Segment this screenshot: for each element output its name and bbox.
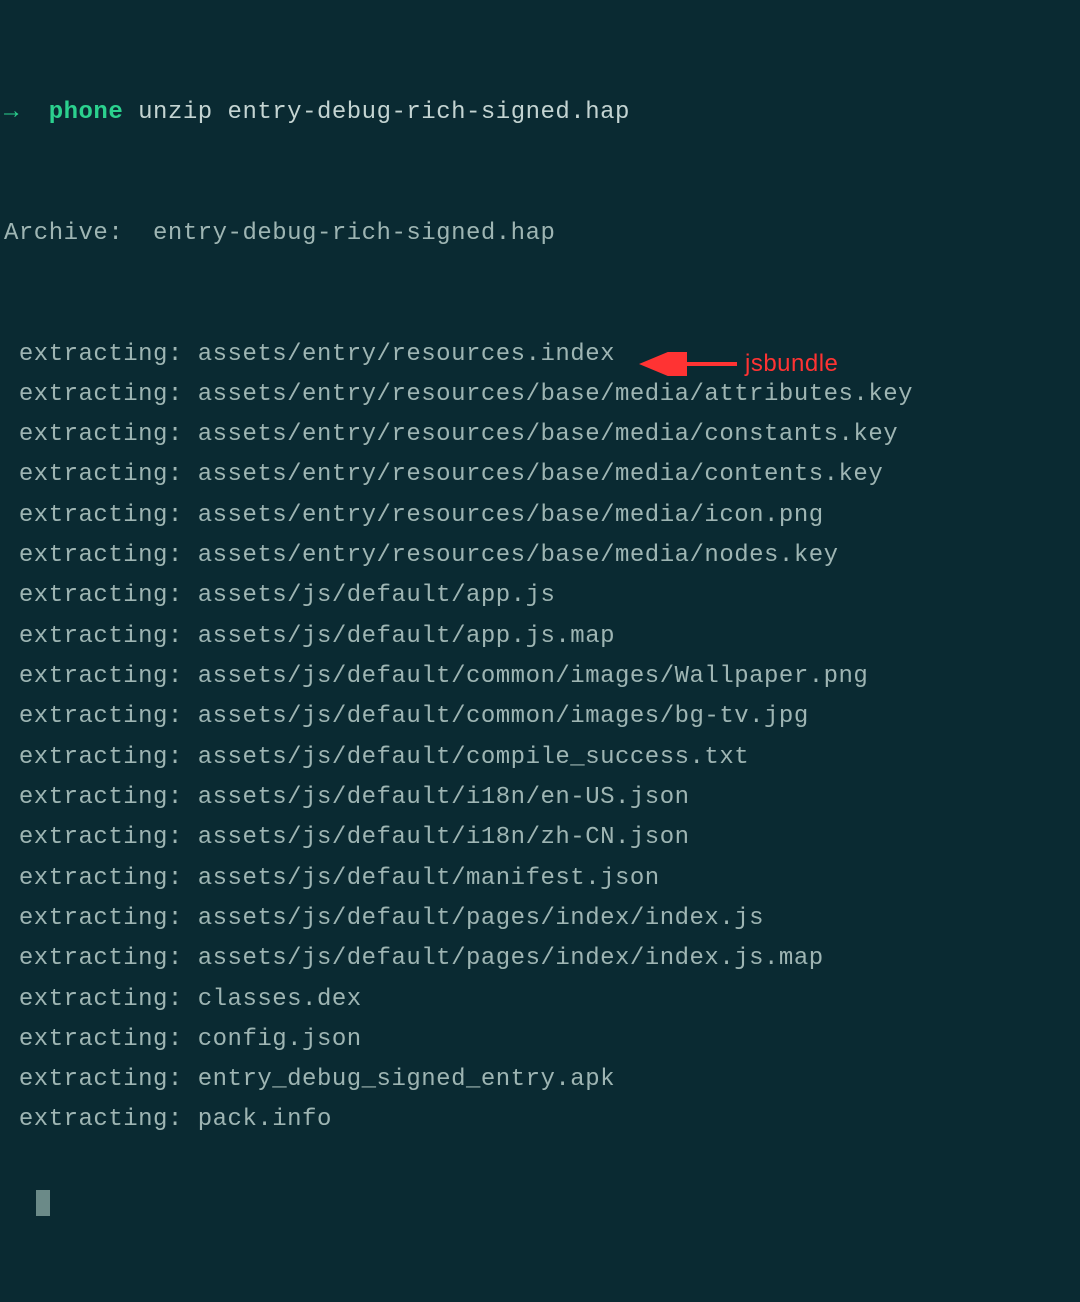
extraction-line: extracting: classes.dex — [4, 980, 1076, 1020]
extraction-line: extracting: assets/entry/resources/base/… — [4, 536, 1076, 576]
extraction-lines: extracting: assets/entry/resources.index… — [4, 335, 1076, 1141]
arrow-left-icon — [639, 352, 739, 376]
extraction-line: extracting: assets/js/default/i18n/en-US… — [4, 778, 1076, 818]
prompt-arrow-icon: → — [4, 99, 19, 126]
extraction-line: extracting: assets/js/default/i18n/zh-CN… — [4, 818, 1076, 858]
extraction-line: extracting: pack.info — [4, 1100, 1076, 1140]
extraction-line: extracting: assets/js/default/common/ima… — [4, 697, 1076, 737]
extraction-line: extracting: assets/entry/resources/base/… — [4, 415, 1076, 455]
extraction-line: extracting: assets/js/default/compile_su… — [4, 738, 1076, 778]
extraction-line: extracting: assets/js/default/pages/inde… — [4, 939, 1076, 979]
extraction-line: extracting: assets/entry/resources.index — [4, 335, 1076, 375]
extraction-line: extracting: assets/js/default/app.js — [4, 576, 1076, 616]
extraction-line: extracting: assets/js/default/common/ima… — [4, 657, 1076, 697]
extraction-line: extracting: assets/js/default/manifest.j… — [4, 859, 1076, 899]
extraction-line: extracting: assets/js/default/pages/inde… — [4, 899, 1076, 939]
annotation-label: jsbundle — [745, 344, 838, 384]
annotation-jsbundle: jsbundle — [639, 344, 838, 384]
archive-line: Archive: entry-debug-rich-signed.hap — [4, 214, 1076, 254]
prompt-line[interactable]: → phone unzip entry-debug-rich-signed.ha… — [4, 93, 1076, 133]
extraction-line: extracting: entry_debug_signed_entry.apk — [4, 1060, 1076, 1100]
prompt-command: unzip entry-debug-rich-signed.hap — [138, 99, 630, 126]
prompt-dir: phone — [49, 99, 124, 126]
extraction-line: extracting: assets/entry/resources/base/… — [4, 375, 1076, 415]
extraction-line: extracting: assets/entry/resources/base/… — [4, 455, 1076, 495]
terminal-output: → phone unzip entry-debug-rich-signed.ha… — [4, 12, 1076, 1302]
cursor-icon — [36, 1190, 50, 1216]
extraction-line: extracting: assets/js/default/app.js.map — [4, 617, 1076, 657]
extraction-line: extracting: assets/entry/resources/base/… — [4, 496, 1076, 536]
extraction-line: extracting: config.json — [4, 1020, 1076, 1060]
